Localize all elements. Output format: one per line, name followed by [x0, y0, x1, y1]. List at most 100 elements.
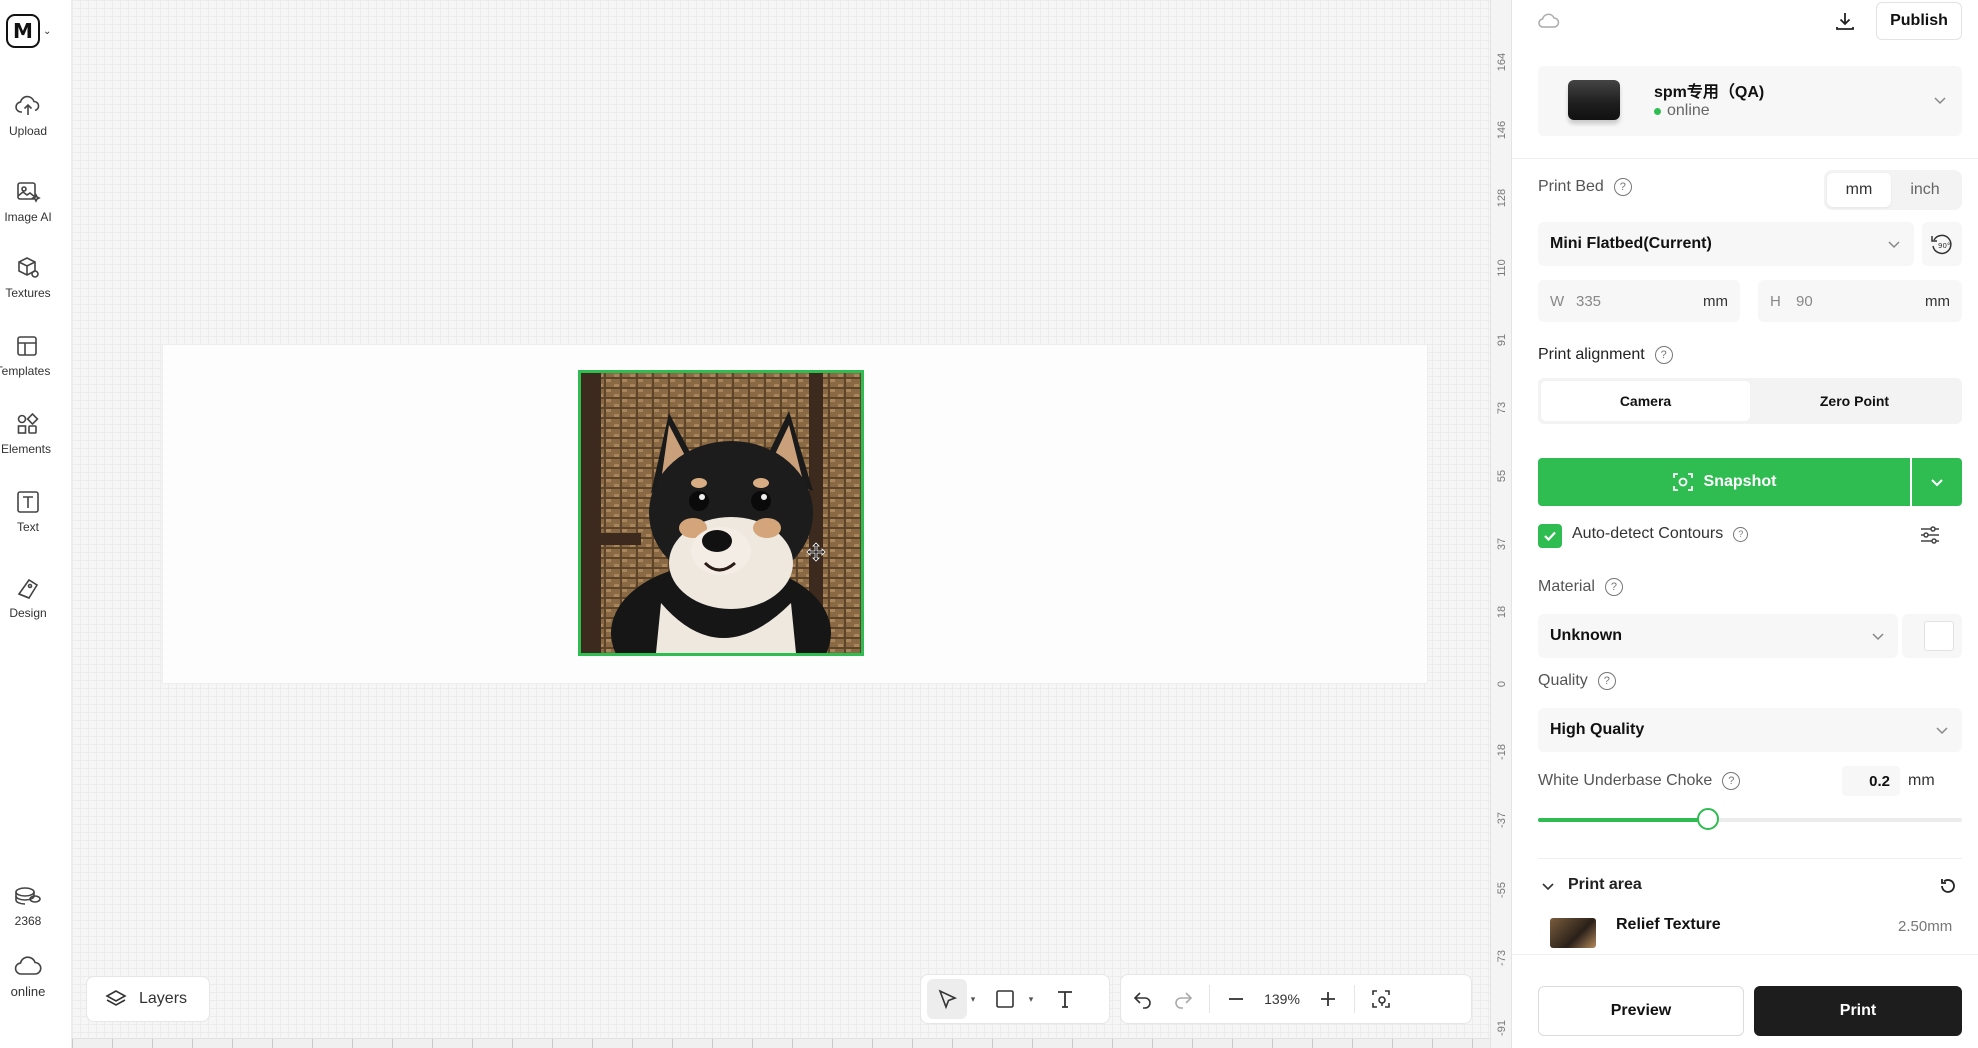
auto-detect-checkbox[interactable]	[1538, 524, 1562, 548]
fit-screen-icon	[1372, 990, 1390, 1008]
choke-input[interactable]: 0.2	[1842, 766, 1900, 796]
print-bed-label-text: Print Bed	[1538, 178, 1604, 195]
material-color-swatch[interactable]	[1924, 621, 1954, 651]
sidebar-item-elements[interactable]: Elements	[0, 412, 56, 456]
shape-tool-button[interactable]	[985, 979, 1025, 1019]
vertical-ruler: 164 146 128 110 91 73 55 37 18 0 -18 -37…	[1490, 0, 1512, 1048]
ruler-tick: 91	[1496, 333, 1508, 347]
material-select[interactable]: Unknown	[1538, 614, 1898, 658]
unit-inch-option[interactable]: inch	[1891, 173, 1959, 207]
sidebar-item-image-ai[interactable]: Image AI	[0, 180, 56, 224]
sidebar-item-label: Upload	[8, 124, 48, 138]
ruler-tick: -55	[1496, 882, 1508, 898]
sliders-icon[interactable]	[1918, 524, 1942, 546]
ruler-tick: 146	[1496, 120, 1508, 140]
snapshot-button[interactable]: Snapshot	[1538, 458, 1910, 506]
alignment-toggle: Camera Zero Point	[1538, 378, 1962, 424]
print-bed-select[interactable]: Mini Flatbed(Current)	[1538, 222, 1914, 266]
reset-icon[interactable]	[1938, 876, 1958, 896]
redo-button[interactable]	[1163, 979, 1203, 1019]
help-icon[interactable]: ?	[1613, 178, 1632, 196]
text-tool-icon	[1058, 991, 1072, 1008]
width-field[interactable]: W 335 mm	[1538, 280, 1740, 322]
layers-icon	[105, 990, 127, 1006]
plus-icon	[1321, 992, 1335, 1006]
sidebar-item-text[interactable]: Text	[0, 490, 56, 534]
chevron-down-icon	[1936, 727, 1948, 735]
ruler-tick: 110	[1496, 259, 1508, 277]
choke-slider-handle[interactable]	[1697, 808, 1719, 830]
help-icon[interactable]: ?	[1733, 526, 1749, 542]
zoom-level[interactable]: 139%	[1256, 991, 1308, 1007]
help-icon[interactable]: ?	[1597, 672, 1616, 690]
cloud-sync-icon[interactable]	[1538, 12, 1560, 30]
sidebar-item-design[interactable]: Design	[0, 576, 56, 620]
online-dot-icon	[1654, 107, 1661, 115]
coins-icon	[15, 887, 41, 905]
help-icon[interactable]: ?	[1722, 772, 1741, 790]
left-sidebar: M ⌄ Upload Image AI Textures Templates E…	[0, 0, 72, 1048]
print-area-item-name[interactable]: Relief Texture	[1616, 916, 1721, 934]
zoom-in-button[interactable]	[1308, 979, 1348, 1019]
print-area-thumbnail	[1550, 918, 1596, 948]
sidebar-item-textures[interactable]: Textures	[0, 256, 56, 300]
credits-value: 2368	[14, 914, 42, 928]
undo-button[interactable]	[1123, 979, 1163, 1019]
help-icon[interactable]: ?	[1654, 346, 1673, 364]
toolbar-divider	[1354, 985, 1355, 1013]
sidebar-item-label: Textures	[5, 286, 51, 300]
sidebar-item-label: Design	[9, 606, 47, 620]
panel-divider	[1538, 858, 1962, 859]
layers-button[interactable]: Layers	[86, 976, 210, 1022]
alignment-camera-option[interactable]: Camera	[1541, 381, 1750, 421]
width-unit: mm	[1703, 292, 1728, 310]
move-cursor-icon	[806, 542, 826, 562]
text-tool-button[interactable]	[1045, 979, 1085, 1019]
help-icon[interactable]: ?	[1604, 578, 1623, 596]
quality-select[interactable]: High Quality	[1538, 708, 1962, 752]
chevron-down-icon	[1888, 241, 1900, 249]
publish-button[interactable]: Publish	[1876, 2, 1962, 40]
credits-counter[interactable]: 2368	[0, 884, 56, 928]
chevron-down-icon[interactable]	[1540, 878, 1556, 894]
device-selector[interactable]: spm专用（QA) online	[1538, 66, 1962, 136]
sidebar-item-upload[interactable]: Upload	[0, 94, 56, 138]
quality-label: Quality ?	[1538, 672, 1616, 690]
horizontal-ruler	[72, 1038, 1490, 1048]
unit-mm-option[interactable]: mm	[1827, 173, 1891, 207]
rotate-90-button[interactable]: 90°	[1922, 222, 1962, 266]
chevron-down-icon	[1872, 633, 1884, 641]
svg-text:90°: 90°	[1938, 242, 1950, 250]
select-tool-button[interactable]	[927, 979, 967, 1019]
chevron-down-icon[interactable]: ▾	[967, 994, 979, 1005]
chevron-down-icon	[1934, 97, 1946, 105]
ruler-tick: 128	[1496, 188, 1508, 208]
unit-toggle: mm inch	[1824, 170, 1962, 210]
print-bed-label: Print Bed ?	[1538, 178, 1632, 196]
ruler-tick: 73	[1496, 401, 1508, 415]
templates-icon	[17, 336, 37, 356]
height-field[interactable]: H 90 mm	[1758, 280, 1962, 322]
dog-photo-layer[interactable]	[578, 370, 864, 656]
rotate-90-icon: 90°	[1931, 234, 1952, 255]
ruler-tick: 55	[1496, 469, 1508, 483]
checkmark-icon	[1544, 531, 1556, 542]
zoom-out-button[interactable]	[1216, 979, 1256, 1019]
cloud-icon	[14, 956, 42, 975]
ruler-tick: -18	[1496, 744, 1508, 760]
fit-view-button[interactable]	[1361, 979, 1401, 1019]
print-button[interactable]: Print	[1754, 986, 1962, 1036]
app-logo-menu[interactable]: M ⌄	[6, 14, 54, 48]
chevron-down-icon[interactable]: ▾	[1025, 994, 1037, 1005]
image-ai-icon	[17, 182, 41, 203]
ruler-tick: 164	[1496, 52, 1508, 72]
layers-label: Layers	[139, 990, 188, 1007]
sidebar-item-label: Elements	[0, 442, 52, 456]
alignment-zero-point-option[interactable]: Zero Point	[1750, 381, 1959, 421]
download-icon[interactable]	[1834, 10, 1856, 32]
view-toolbar: 139%	[1120, 974, 1472, 1024]
preview-button[interactable]: Preview	[1538, 986, 1744, 1036]
connection-status[interactable]: online	[0, 956, 56, 999]
snapshot-options-button[interactable]	[1912, 458, 1962, 506]
sidebar-item-templates[interactable]: Templates	[0, 334, 56, 378]
